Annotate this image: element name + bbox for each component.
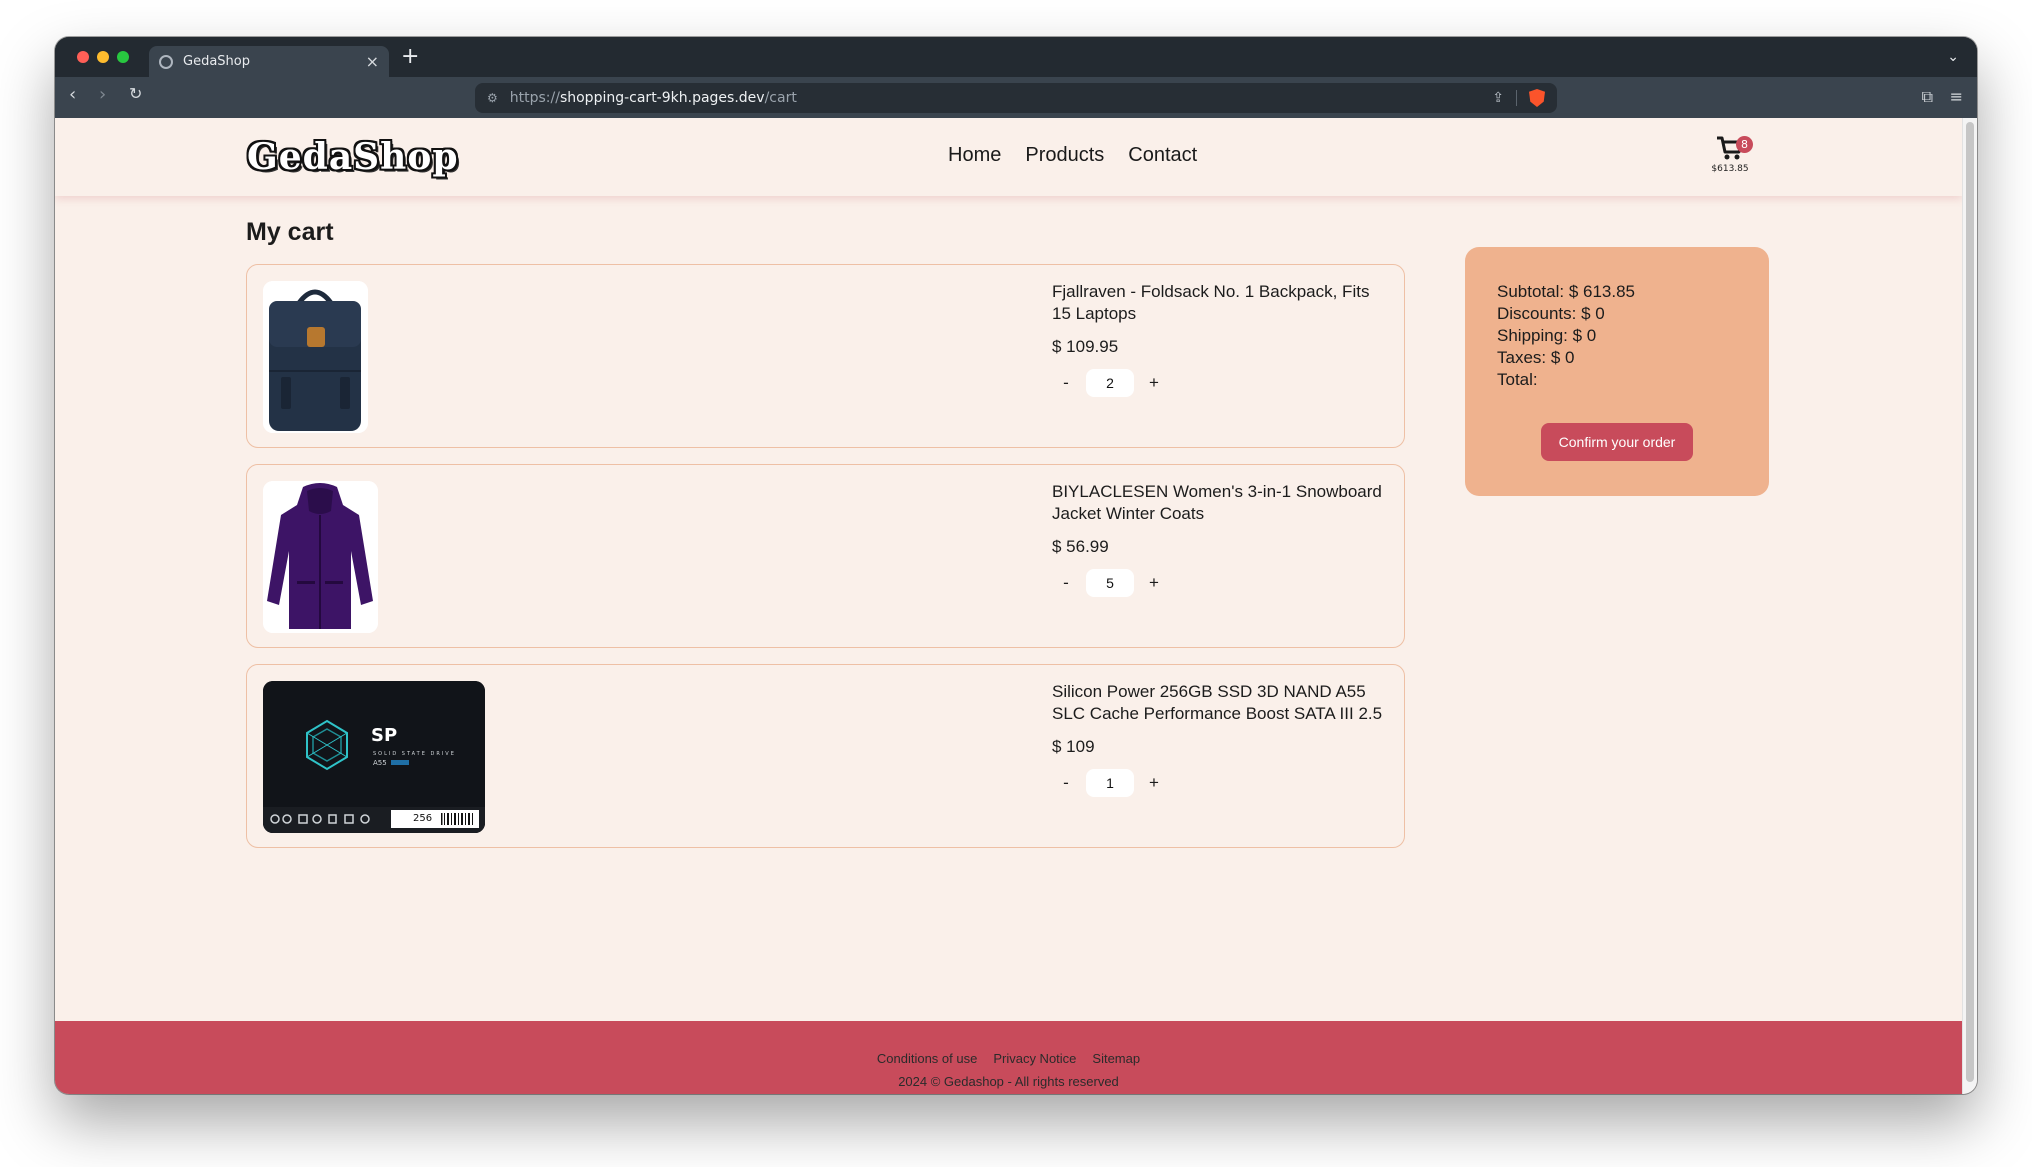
globe-icon — [159, 54, 173, 69]
ssd-capacity-text: 256 — [413, 813, 432, 824]
header-cart[interactable]: 8 $613.85 — [1700, 134, 1760, 174]
page-viewport: GedaShop Home Products Contact 8 $613.85 — [55, 118, 1977, 1094]
forward-icon[interactable]: › — [99, 86, 106, 104]
taxes: Taxes: $ 0 — [1497, 348, 1575, 367]
total: Total: — [1497, 370, 1538, 389]
browser-tab[interactable]: GedaShop × — [149, 46, 389, 77]
item-name[interactable]: Fjallraven - Foldsack No. 1 Backpack, Fi… — [1052, 281, 1392, 325]
back-icon[interactable]: ‹ — [69, 86, 76, 104]
main-nav: Home Products Contact — [948, 144, 1197, 167]
page-title: My cart — [246, 218, 334, 246]
ssd-brand-text: SP — [371, 725, 397, 746]
decrease-quantity-button[interactable]: - — [1052, 573, 1080, 593]
quantity-stepper: - + — [1052, 769, 1392, 797]
share-icon[interactable]: ⇪ — [1492, 90, 1504, 106]
jacket-image — [263, 481, 378, 633]
cart-item: BIYLACLESEN Women's 3-in-1 Snowboard Jac… — [246, 464, 1405, 648]
url-text[interactable]: https://shopping-cart-9kh.pages.dev/cart — [510, 90, 1481, 106]
subtotal: Subtotal: $ 613.85 — [1497, 282, 1636, 301]
quantity-stepper: - + — [1052, 369, 1392, 397]
cart-count-badge: 8 — [1736, 136, 1753, 153]
quantity-input[interactable] — [1086, 569, 1134, 597]
footer-links: Conditions of use Privacy Notice Sitemap — [55, 1051, 1962, 1066]
decrease-quantity-button[interactable]: - — [1052, 373, 1080, 393]
address-bar[interactable]: ⚙ https://shopping-cart-9kh.pages.dev/ca… — [475, 83, 1557, 113]
close-tab-icon[interactable]: × — [366, 53, 379, 70]
site-logo[interactable]: GedaShop — [247, 136, 459, 178]
item-name[interactable]: Silicon Power 256GB SSD 3D NAND A55 SLC … — [1052, 681, 1392, 725]
scrollbar-thumb[interactable] — [1966, 122, 1974, 1082]
cart-items-list: Fjallraven - Foldsack No. 1 Backpack, Fi… — [246, 264, 1405, 864]
browser-toolbar: ‹ › ↻ ⚙ https://shopping-cart-9kh.pages.… — [55, 77, 1977, 118]
quantity-input[interactable] — [1086, 369, 1134, 397]
footer-link-sitemap[interactable]: Sitemap — [1092, 1051, 1140, 1066]
footer-link-privacy[interactable]: Privacy Notice — [993, 1051, 1076, 1066]
order-summary: Subtotal: $ 613.85 Discounts: $ 0 Shippi… — [1465, 247, 1769, 496]
tab-title: GedaShop — [183, 54, 250, 69]
nav-home[interactable]: Home — [948, 144, 1001, 167]
copyright: 2024 © Gedashop - All rights reserved — [898, 1074, 1119, 1089]
item-price: $ 56.99 — [1052, 537, 1109, 556]
tab-list-chevron-icon[interactable]: ⌄ — [1947, 49, 1959, 65]
new-tab-icon[interactable]: + — [401, 46, 419, 68]
increase-quantity-button[interactable]: + — [1140, 373, 1168, 393]
nav-products[interactable]: Products — [1025, 144, 1104, 167]
window-controls — [77, 51, 129, 63]
close-window-button[interactable] — [77, 51, 89, 63]
item-info: Fjallraven - Foldsack No. 1 Backpack, Fi… — [1052, 281, 1392, 397]
item-price: $ 109.95 — [1052, 337, 1119, 356]
ssd-line-text: SOLID STATE DRIVE — [373, 751, 456, 757]
browser-window: GedaShop × + ⌄ ‹ › ↻ ⚙ https://shopping-… — [55, 37, 1977, 1094]
increase-quantity-button[interactable]: + — [1140, 573, 1168, 593]
scrollbar[interactable] — [1962, 118, 1977, 1094]
ssd-image: SP SOLID STATE DRIVE A55 256 — [263, 681, 485, 833]
confirm-order-button[interactable]: Confirm your order — [1541, 423, 1693, 461]
cart-item: Fjallraven - Foldsack No. 1 Backpack, Fi… — [246, 264, 1405, 448]
site-footer: Conditions of use Privacy Notice Sitemap… — [55, 1021, 1962, 1094]
site-settings-icon[interactable]: ⚙ — [487, 91, 498, 105]
site: GedaShop Home Products Contact 8 $613.85 — [55, 118, 1962, 1094]
discounts: Discounts: $ 0 — [1497, 304, 1605, 323]
summary-lines: Subtotal: $ 613.85 Discounts: $ 0 Shippi… — [1497, 281, 1635, 391]
ssd-model-text: A55 — [373, 759, 387, 767]
item-info: BIYLACLESEN Women's 3-in-1 Snowboard Jac… — [1052, 481, 1392, 597]
zoom-window-button[interactable] — [117, 51, 129, 63]
item-price: $ 109 — [1052, 737, 1095, 756]
brave-shield-icon[interactable] — [1529, 89, 1545, 107]
increase-quantity-button[interactable]: + — [1140, 773, 1168, 793]
shipping: Shipping: $ 0 — [1497, 326, 1597, 345]
reload-icon[interactable]: ↻ — [129, 86, 142, 102]
minimize-window-button[interactable] — [97, 51, 109, 63]
site-header: GedaShop Home Products Contact 8 $613.85 — [55, 118, 1962, 196]
tab-strip: GedaShop × + ⌄ — [55, 37, 1977, 77]
quantity-input[interactable] — [1086, 769, 1134, 797]
decrease-quantity-button[interactable]: - — [1052, 773, 1080, 793]
footer-link-conditions[interactable]: Conditions of use — [877, 1051, 977, 1066]
item-info: Silicon Power 256GB SSD 3D NAND A55 SLC … — [1052, 681, 1392, 797]
quantity-stepper: - + — [1052, 569, 1392, 597]
url-divider — [1516, 90, 1517, 106]
extensions-icon[interactable]: ⧉ — [1922, 87, 1933, 107]
menu-icon[interactable]: ≡ — [1950, 87, 1963, 106]
item-name[interactable]: BIYLACLESEN Women's 3-in-1 Snowboard Jac… — [1052, 481, 1392, 525]
cart-item: SP SOLID STATE DRIVE A55 256 Silicon Pow… — [246, 664, 1405, 848]
nav-contact[interactable]: Contact — [1128, 144, 1197, 167]
backpack-image — [263, 281, 368, 433]
cart-total: $613.85 — [1711, 164, 1749, 174]
